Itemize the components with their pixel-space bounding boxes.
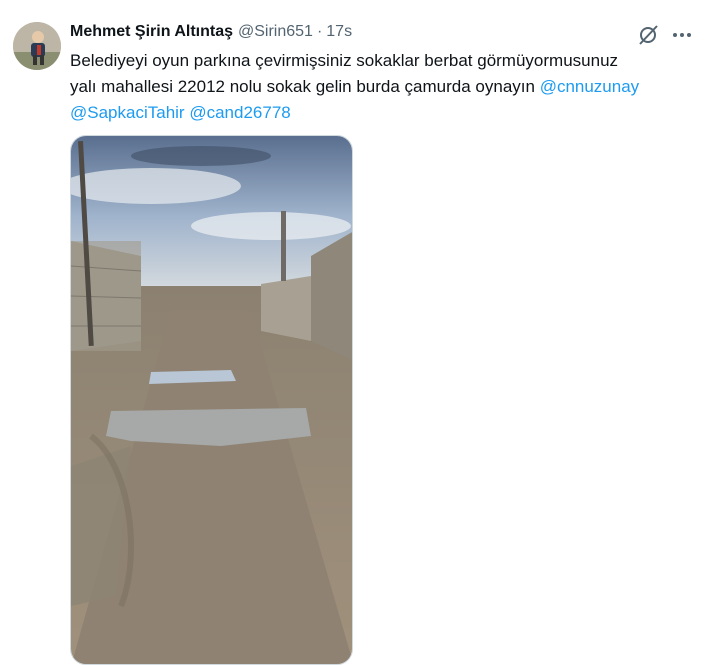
more-icon[interactable] [670,24,694,46]
mention-link[interactable]: @cand26778 [189,103,290,122]
timestamp[interactable]: 17s [326,23,352,41]
author-handle[interactable]: @Sirin651 [238,23,313,41]
tweet-text-line1: Belediyeyi oyun parkına çevirmişsiniz so… [70,51,619,70]
tweet-header: Mehmet Şirin Altıntaş @Sirin651 · 17s [70,23,352,41]
author-name[interactable]: Mehmet Şirin Altıntaş [70,23,233,41]
tweet-photo[interactable] [70,135,353,665]
mention-link[interactable]: @cnnuzunay [540,77,640,96]
grok-icon[interactable] [637,24,661,46]
tweet-text-line2: yalı mahallesi 22012 nolu sokak gelin bu… [70,77,540,96]
mention-link[interactable]: @SapkaciTahir [70,103,185,122]
tweet[interactable]: Mehmet Şirin Altıntaş @Sirin651 · 17s Be… [0,0,723,665]
muddy-street-photo [71,136,352,664]
separator: · [316,23,323,40]
avatar[interactable] [13,22,61,70]
user-avatar-icon [13,22,61,70]
tweet-text: Belediyeyi oyun parkına çevirmişsiniz so… [70,48,700,126]
